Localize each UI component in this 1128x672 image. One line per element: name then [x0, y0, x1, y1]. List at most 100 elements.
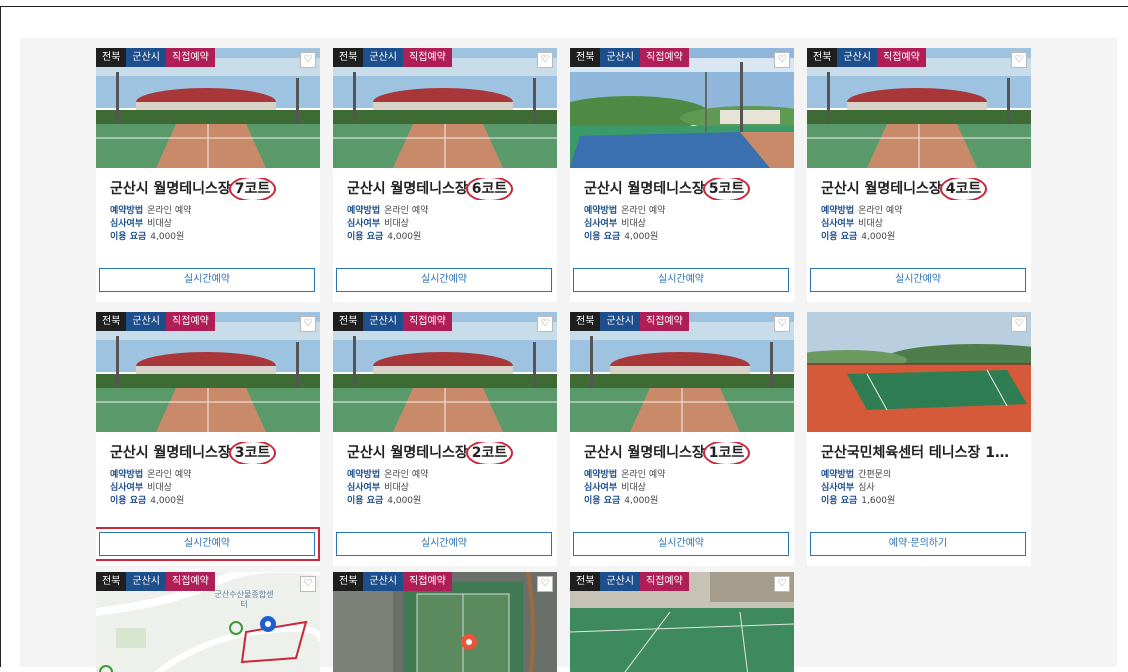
region-badge: 전북	[570, 312, 601, 331]
city-badge: 군산시	[363, 48, 404, 67]
info-fee: 이용 요금 4,000원	[347, 496, 422, 506]
facility-card[interactable]: 전북 군산시 직접예약 ♡	[333, 572, 557, 672]
facility-title[interactable]: 군산시 월명테니스장 4코트	[821, 178, 1027, 200]
badge-group: 전북 군산시 직접예약	[333, 572, 452, 591]
court-number-highlight: 5코트	[702, 178, 750, 200]
realtime-reserve-button[interactable]: 실시간예약	[810, 268, 1026, 292]
info-review: 심사여부 심사	[821, 483, 875, 493]
region-badge: 전북	[96, 312, 127, 331]
left-frame	[0, 6, 1, 667]
badge-group: 전북 군산시 직접예약	[570, 312, 689, 331]
court-number-highlight: 6코트	[465, 178, 513, 200]
facility-card[interactable]: 전북 군산시 직접예약 ♡ 군산시 월명테니스장 6코트 예약방법 온라인 예약 심…	[333, 48, 557, 302]
info-method: 예약방법 온라인 예약	[821, 206, 903, 216]
facility-title[interactable]: 군산시 월명테니스장 2코트	[347, 442, 553, 464]
facility-title[interactable]: 군산시 월명테니스장 3코트	[110, 442, 316, 464]
heart-icon[interactable]: ♡	[300, 576, 316, 592]
heart-icon[interactable]: ♡	[537, 576, 553, 592]
facility-card[interactable]: ♡ 군산국민체육센터 테니스장 1… 예약방법 간편문의 심사여부 심사 이용 요금…	[807, 312, 1031, 566]
heart-icon[interactable]: ♡	[774, 52, 790, 68]
info-method: 예약방법 온라인 예약	[584, 206, 666, 216]
reservation-type-badge: 직접예약	[640, 312, 689, 331]
court-number-highlight: 4코트	[939, 178, 987, 200]
info-fee: 이용 요금 4,000원	[110, 496, 185, 506]
facility-photo[interactable]	[807, 312, 1031, 432]
facility-card[interactable]: 전북 군산시 직접예약 ♡ 군산시 월명테니스장 5코트 예약방법 온라인 예약 심…	[570, 48, 794, 302]
facility-card[interactable]: 전북 군산시 직접예약 ♡ 군산시 월명테니스장 3코트 예약방법 온라인 예약 심…	[96, 312, 320, 566]
city-badge: 군산시	[126, 312, 167, 331]
realtime-reserve-button[interactable]: 실시간예약	[573, 532, 789, 556]
info-method: 예약방법 간편문의	[821, 470, 892, 480]
info-review: 심사여부 비대상	[821, 219, 883, 229]
reservation-type-badge: 직접예약	[403, 312, 452, 331]
info-method: 예약방법 온라인 예약	[347, 206, 429, 216]
info-fee: 이용 요금 4,000원	[584, 496, 659, 506]
region-badge: 전북	[807, 48, 838, 67]
facility-card[interactable]: 전북 군산시 직접예약 ♡ 군산시 월명테니스장 1코트 예약방법 온라인 예약 심…	[570, 312, 794, 566]
city-badge: 군산시	[837, 48, 878, 67]
reservation-type-badge: 직접예약	[640, 572, 689, 591]
facility-title[interactable]: 군산시 월명테니스장 1코트	[584, 442, 790, 464]
facility-title[interactable]: 군산시 월명테니스장 7코트	[110, 178, 316, 200]
city-badge: 군산시	[363, 572, 404, 591]
city-badge: 군산시	[126, 572, 167, 591]
facility-card[interactable]: 전북 군산시 직접예약 ♡ 군산시 월명테니스장 4코트 예약방법 온라인 예약 심…	[807, 48, 1031, 302]
info-review: 심사여부 비대상	[347, 483, 409, 493]
city-badge: 군산시	[600, 312, 641, 331]
info-review: 심사여부 비대상	[110, 483, 172, 493]
reservation-type-badge: 직접예약	[166, 312, 215, 331]
realtime-reserve-button[interactable]: 실시간예약	[336, 268, 552, 292]
info-fee: 이용 요금 4,000원	[110, 232, 185, 242]
info-fee: 이용 요금 1,600원	[821, 496, 896, 506]
realtime-reserve-button[interactable]: 실시간예약	[573, 268, 789, 292]
realtime-reserve-button[interactable]: 실시간예약	[336, 532, 552, 556]
city-badge: 군산시	[600, 48, 641, 67]
heart-icon[interactable]: ♡	[537, 316, 553, 332]
tennis-court-photo	[807, 312, 1031, 432]
city-badge: 군산시	[363, 312, 404, 331]
badge-group: 전북 군산시 직접예약	[570, 572, 689, 591]
heart-icon[interactable]: ♡	[537, 52, 553, 68]
badge-group: 전북 군산시 직접예약	[333, 312, 452, 331]
facility-card[interactable]: 군산수산물종합센터 전북 군산시 직접예약 ♡	[96, 572, 320, 672]
info-method: 예약방법 온라인 예약	[110, 470, 192, 480]
heart-icon[interactable]: ♡	[300, 316, 316, 332]
realtime-reserve-button[interactable]: 실시간예약	[99, 268, 315, 292]
inquiry-button[interactable]: 예약·문의하기	[810, 532, 1026, 556]
court-number-highlight: 7코트	[228, 178, 276, 200]
info-fee: 이용 요금 4,000원	[821, 232, 896, 242]
facility-card[interactable]: 전북 군산시 직접예약 ♡ 군산시 월명테니스장 7코트 예약방법 온라인 예약 심…	[96, 48, 320, 302]
heart-icon[interactable]: ♡	[774, 576, 790, 592]
court-number-highlight: 1코트	[702, 442, 750, 464]
reservation-type-badge: 직접예약	[403, 572, 452, 591]
reservation-type-badge: 직접예약	[166, 48, 215, 67]
facility-title[interactable]: 군산시 월명테니스장 5코트	[584, 178, 790, 200]
heart-icon[interactable]: ♡	[1011, 52, 1027, 68]
badge-group: 전북 군산시 직접예약	[96, 312, 215, 331]
facility-title[interactable]: 군산시 월명테니스장 6코트	[347, 178, 553, 200]
court-number-highlight: 2코트	[465, 442, 513, 464]
city-badge: 군산시	[600, 572, 641, 591]
heart-icon[interactable]: ♡	[774, 316, 790, 332]
region-badge: 전북	[333, 572, 364, 591]
facility-title[interactable]: 군산국민체육센터 테니스장 1…	[821, 442, 1027, 464]
info-fee: 이용 요금 4,000원	[584, 232, 659, 242]
info-review: 심사여부 비대상	[584, 483, 646, 493]
facility-list-panel: 전북 군산시 직접예약 ♡ 군산시 월명테니스장 7코트 예약방법 온라인 예약 심…	[20, 38, 1117, 672]
badge-group: 전북 군산시 직접예약	[333, 48, 452, 67]
badge-group: 전북 군산시 직접예약	[96, 572, 215, 591]
badge-group: 전북 군산시 직접예약	[807, 48, 926, 67]
reservation-type-badge: 직접예약	[403, 48, 452, 67]
realtime-reserve-button[interactable]: 실시간예약	[99, 532, 315, 556]
facility-card[interactable]: 전북 군산시 직접예약 ♡ 군산시 월명테니스장 2코트 예약방법 온라인 예약 심…	[333, 312, 557, 566]
top-frame	[0, 0, 1128, 7]
facility-card[interactable]: 전북 군산시 직접예약 ♡	[570, 572, 794, 672]
badge-group: 전북 군산시 직접예약	[570, 48, 689, 67]
city-badge: 군산시	[126, 48, 167, 67]
info-fee: 이용 요금 4,000원	[347, 232, 422, 242]
heart-icon[interactable]: ♡	[1011, 316, 1027, 332]
heart-icon[interactable]: ♡	[300, 52, 316, 68]
reservation-type-badge: 직접예약	[166, 572, 215, 591]
map-place-label: 군산수산물종합센터	[214, 590, 274, 609]
region-badge: 전북	[570, 572, 601, 591]
